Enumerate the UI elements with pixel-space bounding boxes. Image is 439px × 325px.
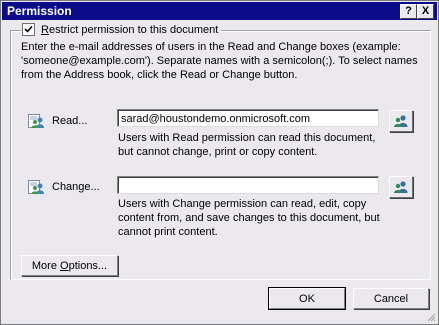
address-book-icon [394, 181, 408, 193]
instructions-text: Enter the e-mail addresses of users in t… [21, 41, 418, 81]
restrict-permission-checkbox-row[interactable]: Restrict permission to this document [21, 23, 222, 36]
window-title: Permission [7, 4, 72, 18]
change-label[interactable]: Change... [52, 181, 100, 193]
more-options-button[interactable]: More Options... [21, 255, 118, 276]
change-email-input[interactable] [117, 176, 379, 194]
read-description: Users with Read permission can read this… [118, 132, 376, 158]
ok-button[interactable]: OK [268, 287, 346, 310]
address-book-icon [394, 115, 408, 127]
cancel-button[interactable]: Cancel [353, 288, 429, 309]
read-address-book-button[interactable] [389, 110, 413, 132]
change-address-book-button[interactable] [389, 176, 413, 198]
change-people-icon [28, 180, 44, 194]
read-label[interactable]: Read... [52, 115, 87, 127]
permission-dialog: Permission ? X Restrict permission to th… [0, 0, 439, 325]
title-bar: Permission ? X [2, 2, 437, 20]
restrict-permission-checkbox[interactable] [22, 23, 35, 36]
help-button[interactable]: ? [400, 4, 417, 19]
change-description: Users with Change permission can read, e… [118, 198, 380, 238]
close-button[interactable]: X [417, 4, 434, 19]
checkmark-icon [24, 25, 33, 33]
restrict-permission-label: Restrict permission to this document [41, 23, 219, 36]
read-people-icon [28, 114, 44, 128]
read-email-input[interactable]: sarad@houstondemo.onmicrosoft.com [117, 109, 379, 127]
resize-grip-icon[interactable] [426, 312, 436, 322]
